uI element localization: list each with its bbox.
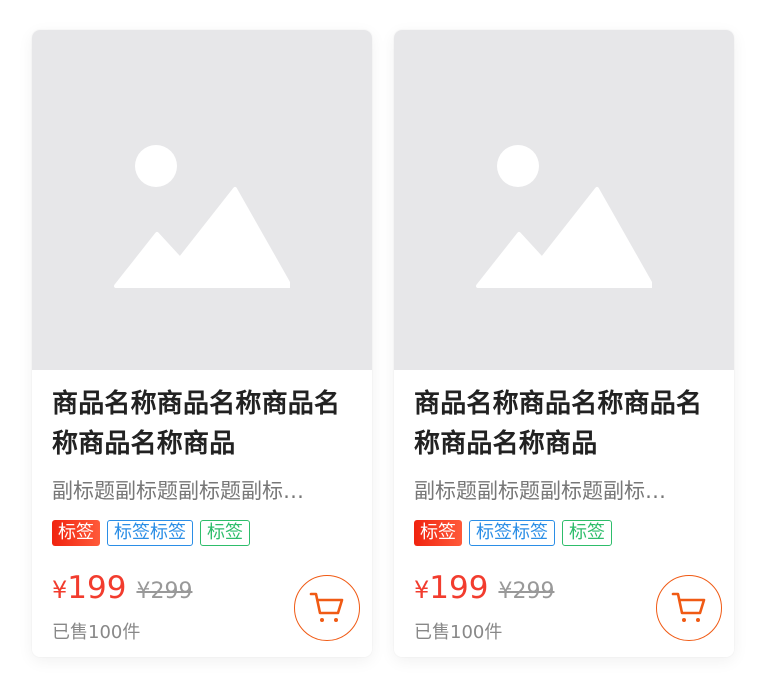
tag-badge: 标签标签 [469,520,555,546]
product-image[interactable] [394,30,734,370]
currency-symbol: ¥ [52,576,68,604]
product-card[interactable]: 商品名称商品名称商品名称商品名称商品 副标题副标题副标题副标… 标签 标签标签 … [394,30,734,657]
shopping-cart-icon [671,592,706,622]
product-card[interactable]: 商品名称商品名称商品名称商品名称商品 副标题副标题副标题副标… 标签 标签标签 … [32,30,372,657]
tag-badge: 标签 [562,520,612,546]
sold-count: 已售100件 [414,622,503,643]
tag-badge: 标签 [200,520,250,546]
sold-count: 已售100件 [52,622,141,643]
currency-symbol: ¥ [414,576,430,604]
image-placeholder-icon [114,145,290,288]
product-title[interactable]: 商品名称商品名称商品名称商品名称商品 [52,384,352,464]
sale-price: ¥199 [414,570,488,606]
price-row: ¥199 ¥299 [52,570,192,606]
image-placeholder-icon [476,145,652,288]
tag-badge: 标签 [52,520,100,546]
tag-list: 标签 标签标签 标签 [52,520,352,546]
price-value: 199 [67,570,127,606]
tag-badge: 标签 [414,520,462,546]
sale-price: ¥199 [52,570,126,606]
product-grid: 商品名称商品名称商品名称商品名称商品 副标题副标题副标题副标… 标签 标签标签 … [32,30,734,657]
product-subtitle: 副标题副标题副标题副标… [52,479,304,503]
product-title[interactable]: 商品名称商品名称商品名称商品名称商品 [414,384,714,464]
product-info: 商品名称商品名称商品名称商品名称商品 副标题副标题副标题副标… 标签 标签标签 … [32,370,372,657]
product-subtitle: 副标题副标题副标题副标… [414,479,666,503]
original-price: ¥299 [498,579,555,604]
price-value: 199 [429,570,489,606]
shopping-cart-icon [309,592,344,622]
tag-list: 标签 标签标签 标签 [414,520,714,546]
price-row: ¥199 ¥299 [414,570,554,606]
original-price: ¥299 [136,579,193,604]
tag-badge: 标签标签 [107,520,193,546]
add-to-cart-button[interactable] [294,575,360,641]
add-to-cart-button[interactable] [656,575,722,641]
product-image[interactable] [32,30,372,370]
product-info: 商品名称商品名称商品名称商品名称商品 副标题副标题副标题副标… 标签 标签标签 … [394,370,734,657]
